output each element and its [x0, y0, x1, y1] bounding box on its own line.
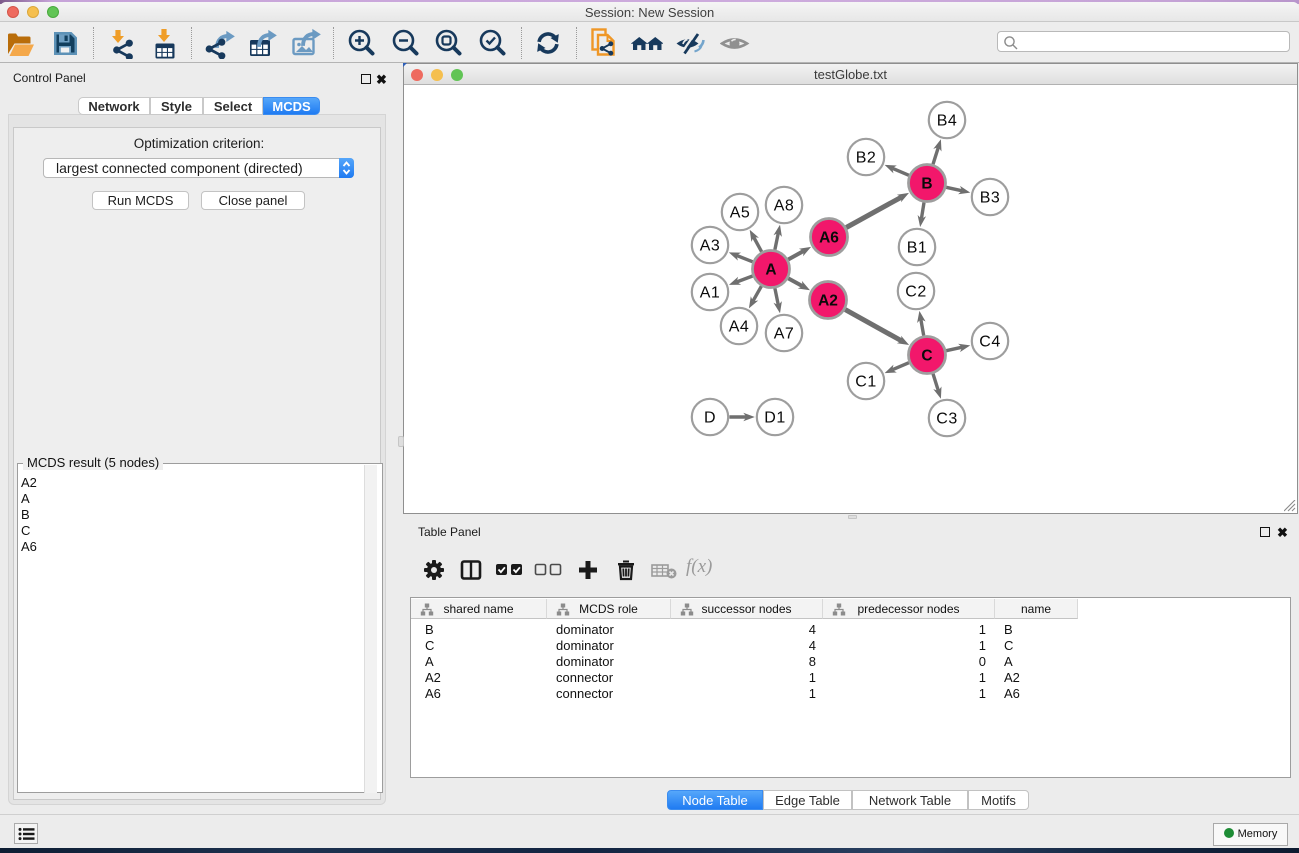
svg-text:A6: A6 [819, 230, 839, 247]
svg-text:A8: A8 [774, 198, 795, 215]
svg-text:A7: A7 [774, 326, 795, 343]
svg-text:C3: C3 [936, 411, 957, 428]
svg-text:A3: A3 [700, 238, 721, 255]
svg-text:B2: B2 [856, 150, 877, 167]
svg-text:A4: A4 [729, 319, 750, 336]
svg-text:C1: C1 [855, 374, 876, 391]
svg-text:D1: D1 [764, 410, 785, 427]
svg-text:B3: B3 [980, 190, 1001, 207]
svg-text:C: C [921, 348, 932, 365]
svg-text:B4: B4 [937, 113, 958, 130]
svg-text:D: D [704, 410, 716, 427]
svg-text:A: A [765, 262, 776, 279]
svg-text:A2: A2 [818, 293, 838, 310]
svg-text:A5: A5 [730, 205, 751, 222]
svg-text:C4: C4 [979, 334, 1000, 351]
svg-text:B: B [921, 176, 932, 193]
svg-text:C2: C2 [905, 284, 926, 301]
svg-text:A1: A1 [700, 285, 721, 302]
svg-text:B1: B1 [907, 240, 928, 257]
